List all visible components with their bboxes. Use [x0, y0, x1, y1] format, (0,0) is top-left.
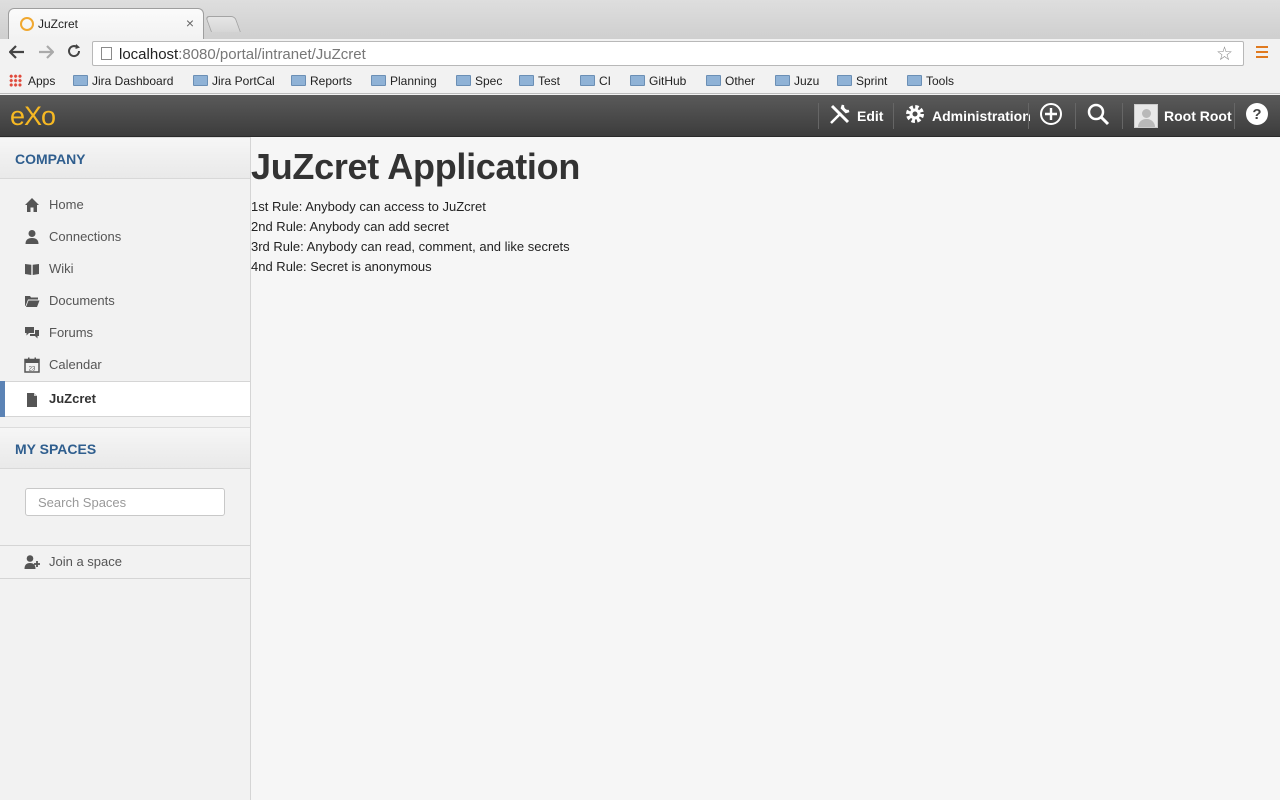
user-menu[interactable]: Root Root — [1134, 95, 1232, 137]
rule-text: 2nd Rule: Anybody can add secret — [251, 219, 450, 234]
browser-tabstrip: JuZcret × — [0, 0, 1280, 39]
folder-icon — [580, 75, 595, 86]
bookmark-item[interactable]: Sprint — [837, 73, 887, 89]
folder-icon — [73, 75, 88, 86]
bookmark-item[interactable]: Jira Dashboard — [73, 73, 173, 89]
left-sidebar: COMPANY Home Connections Wiki Documents … — [0, 137, 251, 800]
exo-toolbar: eXo Edit Administration Root Root ? — [0, 95, 1280, 137]
add-user-icon — [24, 555, 40, 569]
join-space-link[interactable]: Join a space — [0, 546, 250, 578]
sidebar-item-wiki[interactable]: Wiki — [0, 253, 250, 285]
gear-icon — [906, 105, 924, 123]
folder-icon — [630, 75, 645, 86]
svg-text:?: ? — [1252, 106, 1261, 123]
folder-icon — [519, 75, 534, 86]
my-spaces-section-title: MY SPACES — [0, 427, 250, 469]
folder-icon — [193, 75, 208, 86]
main-content: JuZcret Application 1st Rule: Anybody ca… — [251, 137, 1280, 800]
help-button[interactable]: ? — [1245, 95, 1274, 137]
reload-icon — [68, 44, 81, 58]
folder-open-icon — [25, 296, 40, 307]
search-spaces-input[interactable] — [25, 488, 225, 516]
loading-favicon-icon — [20, 17, 34, 31]
close-tab-icon[interactable]: × — [186, 15, 194, 31]
bookmark-item[interactable]: Planning — [371, 73, 437, 89]
plus-circle-icon — [1040, 103, 1062, 125]
tab-title: JuZcret — [38, 17, 79, 31]
toolbar-divider — [893, 103, 894, 129]
calendar-icon: 23 — [24, 357, 40, 373]
folder-icon — [706, 75, 721, 86]
folder-icon — [907, 75, 922, 86]
folder-icon — [775, 75, 790, 86]
chat-icon — [25, 327, 39, 339]
folder-icon — [456, 75, 471, 86]
new-tab-button[interactable] — [205, 16, 241, 32]
browser-toolbar: localhost:8080/portal/intranet/JuZcret ☆ — [0, 39, 1280, 68]
forward-button[interactable] — [35, 42, 57, 64]
page-title: JuZcret Application — [251, 146, 581, 187]
back-arrow-icon — [8, 45, 24, 59]
rule-text: 1st Rule: Anybody can access to JuZcret — [251, 199, 486, 214]
company-section-title: COMPANY — [0, 137, 250, 179]
book-icon — [25, 264, 39, 275]
add-button[interactable] — [1039, 95, 1068, 137]
bookmark-apps[interactable]: Apps — [9, 73, 55, 89]
browser-menu-icon[interactable] — [1256, 46, 1268, 60]
back-button[interactable] — [6, 42, 28, 64]
sidebar-item-juzcret[interactable]: JuZcret — [0, 381, 250, 417]
search-icon — [1087, 103, 1110, 126]
bookmark-item[interactable]: GitHub — [630, 73, 686, 89]
sidebar-item-connections[interactable]: Connections — [0, 221, 250, 253]
home-icon — [25, 198, 39, 212]
divider — [0, 578, 250, 579]
toolbar-divider — [1075, 103, 1076, 129]
sidebar-item-home[interactable]: Home — [0, 189, 250, 221]
bookmark-item[interactable]: Tools — [907, 73, 954, 89]
rule-text: 3rd Rule: Anybody can read, comment, and… — [251, 239, 570, 254]
file-icon — [27, 393, 37, 407]
toolbar-divider — [1234, 103, 1235, 129]
exo-logo[interactable]: eXo — [10, 101, 56, 132]
reload-button[interactable] — [63, 42, 85, 64]
forward-arrow-icon — [39, 45, 55, 59]
toolbar-divider — [818, 103, 819, 129]
edit-button[interactable]: Edit — [828, 95, 883, 137]
bookmark-item[interactable]: CI — [580, 73, 611, 89]
folder-icon — [837, 75, 852, 86]
rule-text: 4nd Rule: Secret is anonymous — [251, 259, 432, 274]
toolbar-divider — [1028, 103, 1029, 129]
sidebar-item-forums[interactable]: Forums — [0, 317, 250, 349]
search-button[interactable] — [1086, 95, 1115, 137]
toolbar-divider — [1122, 103, 1123, 129]
bookmarks-bar: Apps Jira Dashboard Jira PortCal Reports… — [0, 68, 1280, 94]
bookmark-item[interactable]: Jira PortCal — [193, 73, 275, 89]
sidebar-item-calendar[interactable]: 23 Calendar — [0, 349, 250, 381]
folder-icon — [291, 75, 306, 86]
bookmark-item[interactable]: Test — [519, 73, 560, 89]
sidebar-item-documents[interactable]: Documents — [0, 285, 250, 317]
apps-grid-icon — [9, 74, 22, 87]
help-icon: ? — [1246, 103, 1268, 125]
bookmark-item[interactable]: Spec — [456, 73, 502, 89]
bookmark-item[interactable]: Reports — [291, 73, 352, 89]
page-icon — [101, 47, 112, 60]
wrench-icon — [830, 104, 850, 124]
svg-text:23: 23 — [29, 367, 36, 373]
browser-tab[interactable]: JuZcret × — [8, 8, 204, 39]
bookmark-item[interactable]: Juzu — [775, 73, 819, 89]
bookmark-item[interactable]: Other — [706, 73, 755, 89]
administration-button[interactable]: Administration — [903, 95, 1031, 137]
address-bar[interactable]: localhost:8080/portal/intranet/JuZcret ☆ — [92, 41, 1244, 66]
url-text: localhost:8080/portal/intranet/JuZcret — [119, 46, 366, 63]
avatar — [1134, 104, 1158, 128]
user-icon — [25, 230, 39, 244]
folder-icon — [371, 75, 386, 86]
bookmark-star-icon[interactable]: ☆ — [1216, 43, 1233, 66]
